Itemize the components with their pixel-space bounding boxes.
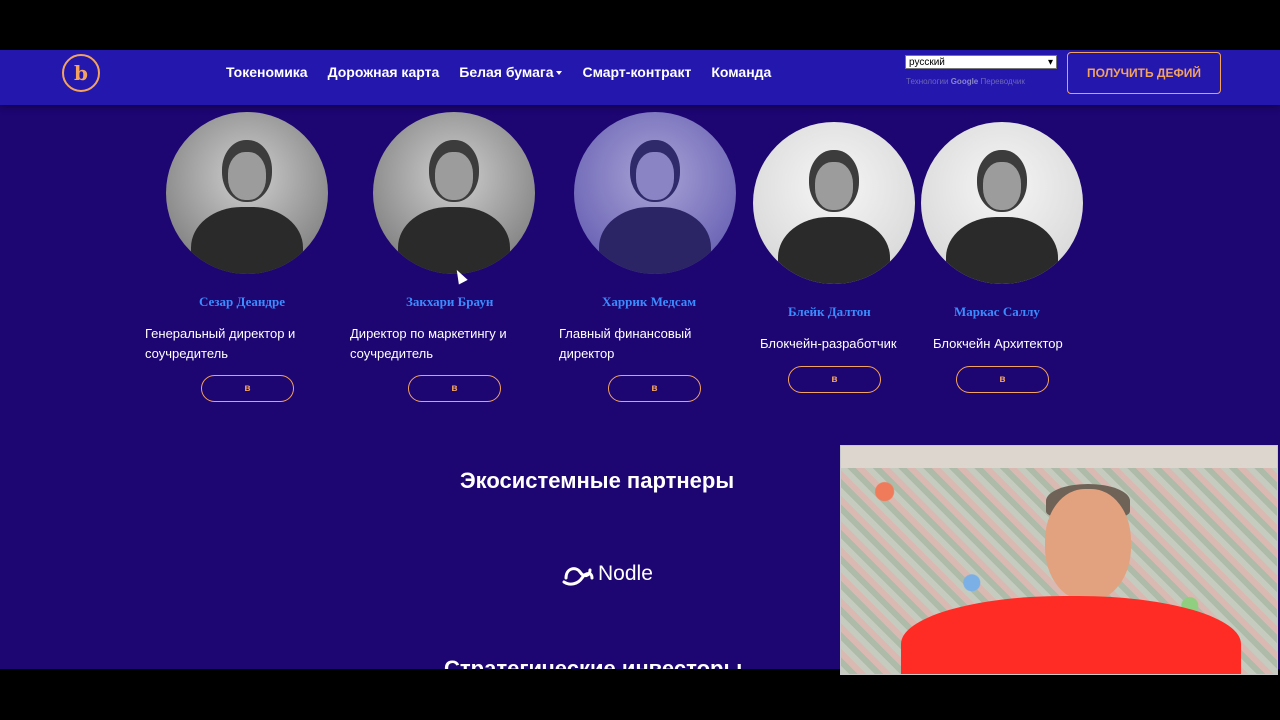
team-name-3: Харрик Медсам bbox=[602, 294, 697, 309]
translate-prefix: Технологии bbox=[906, 77, 949, 86]
team-name-2: Закхари Браун bbox=[406, 294, 494, 309]
nav-roadmap[interactable]: Дорожная карта bbox=[328, 64, 440, 80]
webcam-ceiling bbox=[841, 446, 1277, 468]
nodle-logo-icon bbox=[562, 567, 594, 586]
translate-brand: Google bbox=[950, 77, 979, 86]
team-name-5: Маркас Саллу bbox=[954, 304, 1040, 319]
google-translate-note: Технологии Google Переводчик bbox=[906, 77, 1025, 86]
investors-title: Стратегические инвесторы bbox=[444, 656, 743, 669]
nav-whitepaper-label: Белая бумага bbox=[459, 64, 554, 80]
team-role-2: Директор по маркетингу и соучредитель bbox=[350, 326, 507, 361]
webcam-overlay bbox=[840, 445, 1278, 675]
nav-tokenomics[interactable]: Токеномика bbox=[226, 64, 308, 80]
navbar: b Токеномика Дорожная карта Белая бумага… bbox=[0, 50, 1280, 105]
team-role-3: Главный финансовый директор bbox=[559, 326, 692, 361]
logo-text: b bbox=[74, 61, 88, 85]
avatar bbox=[574, 112, 736, 274]
team-link-button-4[interactable]: в bbox=[788, 366, 881, 393]
avatar bbox=[921, 122, 1083, 284]
avatar bbox=[373, 112, 535, 274]
dropdown-caret-icon bbox=[556, 71, 563, 76]
language-select-value: русский bbox=[909, 56, 945, 68]
team-link-button-5[interactable]: в bbox=[956, 366, 1049, 393]
nav-smart-contract[interactable]: Смарт-контракт bbox=[582, 64, 691, 80]
team-role-5: Блокчейн Архитектор bbox=[933, 336, 1063, 351]
avatar bbox=[166, 112, 328, 274]
avatar bbox=[753, 122, 915, 284]
team-role-4: Блокчейн-разработчик bbox=[760, 336, 897, 351]
team-role-1: Генеральный директор и соучредитель bbox=[145, 326, 296, 361]
team-member-1 bbox=[166, 112, 328, 274]
nav-whitepaper[interactable]: Белая бумага bbox=[459, 64, 563, 80]
main-nav: Токеномика Дорожная карта Белая бумага С… bbox=[226, 64, 771, 80]
get-defi-button[interactable]: ПОЛУЧИТЬ ДЕФИЙ bbox=[1067, 52, 1221, 94]
select-arrow-icon: ▾ bbox=[1047, 56, 1053, 68]
team-member-4 bbox=[753, 122, 915, 284]
team-member-3 bbox=[574, 112, 736, 274]
team-link-button-3[interactable]: в bbox=[608, 375, 701, 402]
team-link-button-2[interactable]: в bbox=[408, 375, 501, 402]
webcam-person-body bbox=[901, 596, 1241, 674]
team-name-1: Сезар Деандре bbox=[199, 294, 285, 309]
nav-team[interactable]: Команда bbox=[711, 64, 771, 80]
team-member-2 bbox=[373, 112, 535, 274]
team-name-4: Блейк Далтон bbox=[788, 304, 871, 319]
team-member-5 bbox=[921, 122, 1083, 284]
webcam-person-head bbox=[1045, 489, 1131, 601]
logo-icon[interactable]: b bbox=[62, 54, 100, 92]
translate-suffix: Переводчик bbox=[980, 77, 1025, 86]
partner-name: Nodle bbox=[598, 562, 653, 585]
partner-nodle[interactable]: Nodle bbox=[560, 560, 653, 588]
team-link-button-1[interactable]: в bbox=[201, 375, 294, 402]
partners-title: Экосистемные партнеры bbox=[460, 468, 735, 493]
language-select[interactable]: русский ▾ bbox=[905, 55, 1057, 69]
